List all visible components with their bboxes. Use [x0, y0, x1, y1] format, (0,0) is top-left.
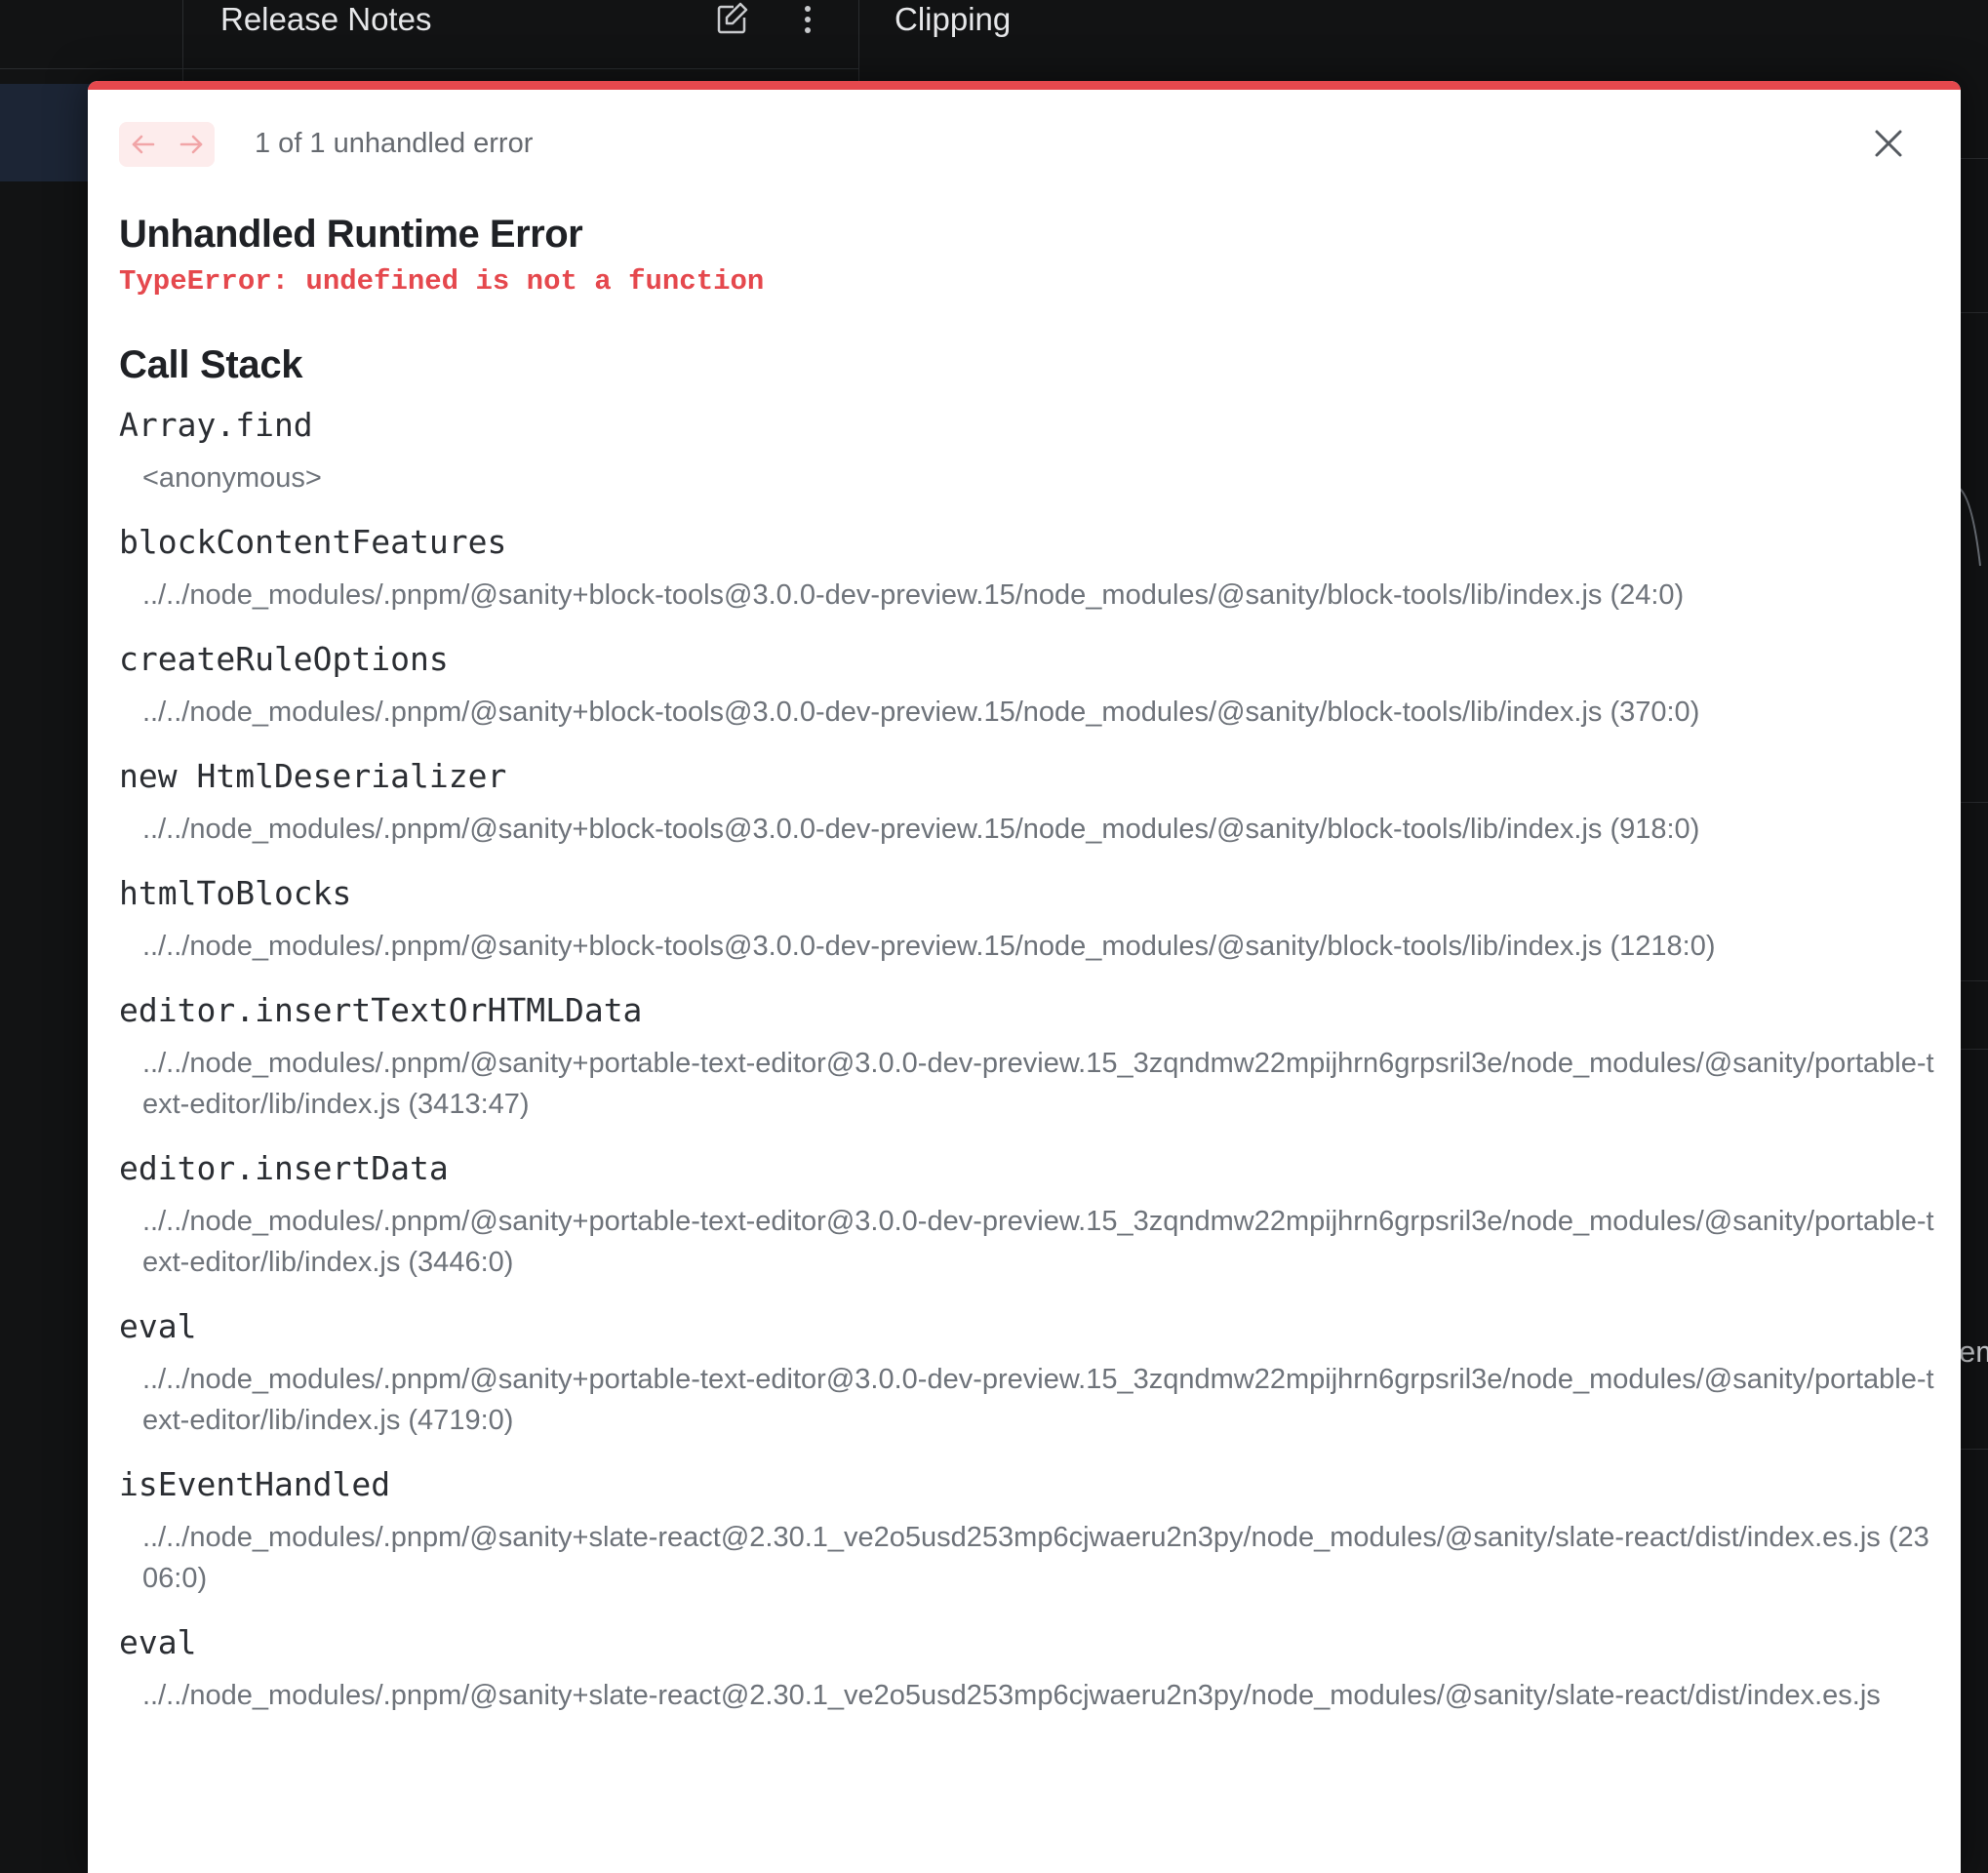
stack-frame-function: createRuleOptions	[119, 640, 449, 678]
stack-frame-location[interactable]: <anonymous>	[119, 458, 1943, 506]
stack-frame[interactable]: createRuleOptions ../../node_modules/.pn…	[119, 639, 1943, 740]
row-divider	[0, 68, 182, 69]
stack-frame[interactable]: editor.insertData ../../node_modules/.pn…	[119, 1148, 1943, 1291]
error-navigation	[119, 122, 215, 167]
stack-frame-function: eval	[119, 1623, 197, 1661]
stack-frame-location[interactable]: ../../node_modules/.pnpm/@sanity+slate-r…	[119, 1675, 1943, 1724]
stack-frame[interactable]: eval ../../node_modules/.pnpm/@sanity+po…	[119, 1306, 1943, 1449]
previous-error-button[interactable]	[119, 122, 167, 167]
error-message: TypeError: undefined is not a function	[119, 265, 765, 298]
stack-frame-function: isEventHandled	[119, 1465, 391, 1503]
arrow-right-icon	[179, 135, 202, 154]
stack-frame[interactable]: eval ../../node_modules/.pnpm/@sanity+sl…	[119, 1622, 1943, 1724]
more-options-icon[interactable]	[788, 0, 827, 39]
close-button[interactable]	[1869, 124, 1908, 163]
close-icon	[1875, 130, 1902, 157]
edit-icon[interactable]	[712, 0, 751, 39]
row-divider	[183, 68, 858, 69]
stack-frame[interactable]: new HtmlDeserializer ../../node_modules/…	[119, 756, 1943, 857]
background-peek-text: em	[1959, 1335, 1988, 1369]
stack-frame-function: blockContentFeatures	[119, 523, 507, 561]
stack-frame-location[interactable]: ../../node_modules/.pnpm/@sanity+portabl…	[119, 1359, 1943, 1449]
stack-frame-location[interactable]: ../../node_modules/.pnpm/@sanity+block-t…	[119, 692, 1943, 740]
call-stack-heading: Call Stack	[119, 343, 303, 386]
stack-frame[interactable]: htmlToBlocks ../../node_modules/.pnpm/@s…	[119, 873, 1943, 975]
release-notes-title[interactable]: Release Notes	[220, 0, 431, 39]
stack-frame-function: new HtmlDeserializer	[119, 757, 507, 795]
stack-frame-location[interactable]: ../../node_modules/.pnpm/@sanity+portabl…	[119, 1043, 1943, 1133]
divider	[1959, 158, 1988, 159]
stack-frame[interactable]: Array.find <anonymous>	[119, 405, 1943, 506]
divider	[1959, 980, 1988, 981]
stack-frame-function: editor.insertTextOrHTMLData	[119, 991, 643, 1029]
error-overlay-dialog: 1 of 1 unhandled error Unhandled Runtime…	[88, 81, 1961, 1873]
stack-frame-function: Array.find	[119, 406, 313, 444]
stack-frame-location[interactable]: ../../node_modules/.pnpm/@sanity+slate-r…	[119, 1517, 1943, 1607]
arrow-left-icon	[132, 135, 154, 154]
next-error-button[interactable]	[167, 122, 215, 167]
error-count-label: 1 of 1 unhandled error	[255, 128, 534, 159]
divider	[1959, 802, 1988, 803]
error-accent-bar	[88, 81, 1961, 90]
stack-frame-function: eval	[119, 1307, 197, 1345]
stack-frame-location[interactable]: ../../node_modules/.pnpm/@sanity+block-t…	[119, 809, 1943, 857]
stack-frame-location[interactable]: ../../node_modules/.pnpm/@sanity+portabl…	[119, 1201, 1943, 1291]
stack-frame[interactable]: blockContentFeatures ../../node_modules/…	[119, 522, 1943, 623]
divider	[1959, 312, 1988, 313]
background-curve-decoration	[1959, 487, 1981, 567]
stack-frame-function: editor.insertData	[119, 1149, 449, 1187]
call-stack-list: Array.find <anonymous> blockContentFeatu…	[119, 405, 1943, 1739]
stack-frame-function: htmlToBlocks	[119, 874, 352, 912]
stack-frame[interactable]: editor.insertTextOrHTMLData ../../node_m…	[119, 990, 1943, 1133]
stack-frame[interactable]: isEventHandled ../../node_modules/.pnpm/…	[119, 1464, 1943, 1607]
divider	[1959, 1449, 1988, 1450]
stack-frame-location[interactable]: ../../node_modules/.pnpm/@sanity+block-t…	[119, 926, 1943, 975]
divider	[1959, 1049, 1988, 1050]
clipping-title[interactable]: Clipping	[895, 0, 1011, 39]
error-title: Unhandled Runtime Error	[119, 213, 583, 256]
stack-frame-location[interactable]: ../../node_modules/.pnpm/@sanity+block-t…	[119, 575, 1943, 623]
